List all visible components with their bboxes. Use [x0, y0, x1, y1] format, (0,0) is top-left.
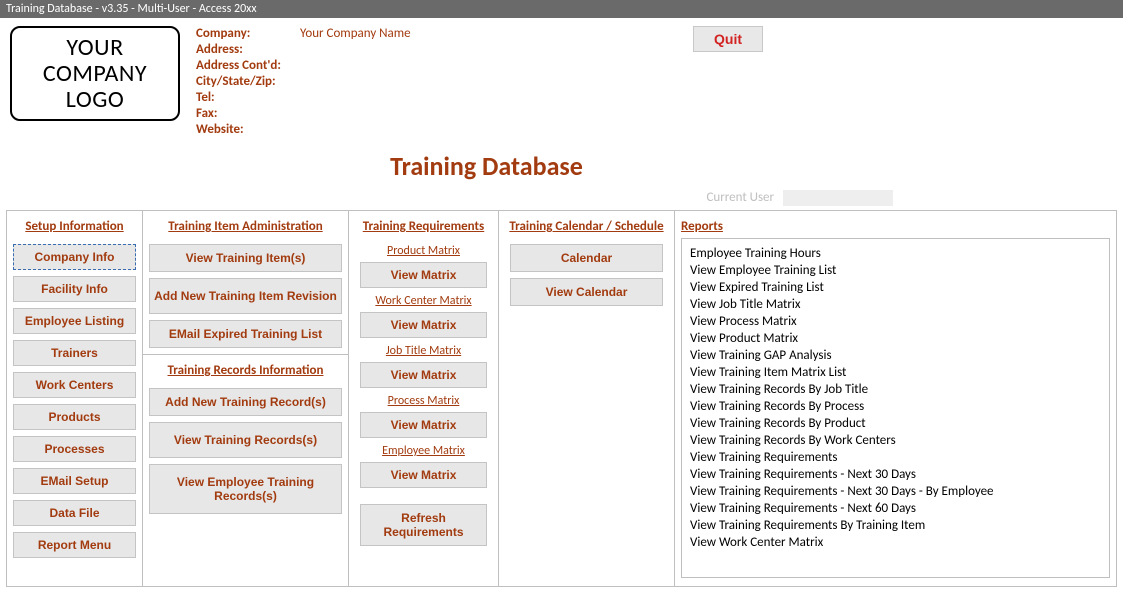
calendar-title: Training Calendar / Schedule	[505, 219, 668, 234]
report-item[interactable]: View Training Requirements - Next 60 Day…	[690, 500, 1101, 517]
btn-data-file[interactable]: Data File	[13, 500, 136, 526]
report-item[interactable]: View Product Matrix	[690, 330, 1101, 347]
current-user-label: Current User	[706, 190, 774, 205]
current-user-row: Current User	[0, 190, 1123, 206]
report-item[interactable]: View Training GAP Analysis	[690, 347, 1101, 364]
col-requirements: Training Requirements Product Matrix Vie…	[349, 211, 499, 586]
btn-facility-info[interactable]: Facility Info	[13, 276, 136, 302]
btn-view-jobtitle-matrix[interactable]: View Matrix	[360, 362, 486, 388]
reports-title: Reports	[681, 219, 1110, 234]
admin-title: Training Item Administration	[149, 219, 342, 234]
btn-processes[interactable]: Processes	[13, 436, 136, 462]
label-company: Company:	[196, 26, 296, 42]
link-jobtitle-matrix: Job Title Matrix	[355, 344, 492, 358]
btn-view-workcenter-matrix[interactable]: View Matrix	[360, 312, 486, 338]
report-item[interactable]: View Training Requirements - Next 30 Day…	[690, 483, 1101, 500]
label-city-state-zip: City/State/Zip:	[196, 74, 296, 90]
report-item[interactable]: View Process Matrix	[690, 313, 1101, 330]
requirements-title: Training Requirements	[355, 219, 492, 234]
current-user-value	[783, 190, 893, 206]
report-item[interactable]: View Training Records By Product	[690, 415, 1101, 432]
label-tel: Tel:	[196, 90, 296, 106]
company-logo-placeholder: YOUR COMPANY LOGO	[10, 26, 180, 121]
btn-email-expired-training[interactable]: EMail Expired Training List	[149, 320, 342, 348]
btn-add-training-item-revision[interactable]: Add New Training Item Revision	[149, 278, 342, 314]
report-item[interactable]: View Employee Training List	[690, 262, 1101, 279]
report-item[interactable]: View Training Records By Job Title	[690, 381, 1101, 398]
report-item[interactable]: View Training Item Matrix List	[690, 364, 1101, 381]
btn-view-process-matrix[interactable]: View Matrix	[360, 412, 486, 438]
btn-refresh-requirements[interactable]: Refresh Requirements	[360, 504, 486, 546]
main-panels: Setup Information Company Info Facility …	[6, 210, 1117, 587]
btn-employee-listing[interactable]: Employee Listing	[13, 308, 136, 334]
link-employee-matrix: Employee Matrix	[355, 444, 492, 458]
window-title-bar: Training Database - v3.35 - Multi-User -…	[0, 0, 1123, 18]
page-title: Training Database	[0, 150, 1123, 182]
label-address: Address:	[196, 42, 296, 58]
btn-view-product-matrix[interactable]: View Matrix	[360, 262, 486, 288]
btn-products[interactable]: Products	[13, 404, 136, 430]
report-item[interactable]: View Training Requirements - Next 30 Day…	[690, 466, 1101, 483]
btn-view-training-items[interactable]: View Training Item(s)	[149, 244, 342, 272]
btn-add-training-record[interactable]: Add New Training Record(s)	[149, 388, 342, 416]
btn-view-employee-matrix[interactable]: View Matrix	[360, 462, 486, 488]
btn-view-calendar[interactable]: View Calendar	[510, 278, 663, 306]
label-address2: Address Cont'd:	[196, 58, 296, 74]
report-item[interactable]: Employee Training Hours	[690, 245, 1101, 262]
label-website: Website:	[196, 122, 296, 138]
report-item[interactable]: View Training Records By Process	[690, 398, 1101, 415]
report-item[interactable]: View Training Requirements By Training I…	[690, 517, 1101, 534]
btn-calendar[interactable]: Calendar	[510, 244, 663, 272]
reports-listbox[interactable]: Employee Training Hours View Employee Tr…	[681, 238, 1110, 578]
col-admin: Training Item Administration View Traini…	[143, 211, 349, 586]
records-title: Training Records Information	[149, 363, 342, 378]
col-setup: Setup Information Company Info Facility …	[7, 211, 143, 586]
value-company: Your Company Name	[300, 26, 411, 42]
report-item[interactable]: View Work Center Matrix	[690, 534, 1101, 551]
report-item[interactable]: View Training Records By Work Centers	[690, 432, 1101, 449]
report-item[interactable]: View Expired Training List	[690, 279, 1101, 296]
window-title: Training Database - v3.35 - Multi-User -…	[6, 2, 257, 16]
logo-line3: LOGO	[66, 85, 124, 114]
btn-trainers[interactable]: Trainers	[13, 340, 136, 366]
link-workcenter-matrix: Work Center Matrix	[355, 294, 492, 308]
report-item[interactable]: View Training Requirements	[690, 449, 1101, 466]
col-calendar: Training Calendar / Schedule Calendar Vi…	[499, 211, 675, 586]
company-info-block: Company:Your Company Name Address: Addre…	[196, 26, 411, 138]
btn-work-centers[interactable]: Work Centers	[13, 372, 136, 398]
logo-line2: COMPANY	[43, 59, 147, 88]
link-process-matrix: Process Matrix	[355, 394, 492, 408]
quit-button[interactable]: Quit	[693, 26, 763, 52]
btn-company-info[interactable]: Company Info	[13, 244, 136, 270]
report-item[interactable]: View Job Title Matrix	[690, 296, 1101, 313]
logo-line1: YOUR	[66, 33, 123, 62]
btn-view-training-records[interactable]: View Training Records(s)	[149, 422, 342, 458]
col-reports: Reports Employee Training Hours View Emp…	[675, 211, 1116, 586]
btn-view-employee-training-records[interactable]: View Employee Training Records(s)	[149, 464, 342, 514]
link-product-matrix: Product Matrix	[355, 244, 492, 258]
header-area: YOUR COMPANY LOGO Company:Your Company N…	[0, 18, 1123, 138]
btn-report-menu[interactable]: Report Menu	[13, 532, 136, 558]
admin-divider	[143, 354, 348, 355]
btn-email-setup[interactable]: EMail Setup	[13, 468, 136, 494]
setup-title: Setup Information	[13, 219, 136, 234]
label-fax: Fax:	[196, 106, 296, 122]
